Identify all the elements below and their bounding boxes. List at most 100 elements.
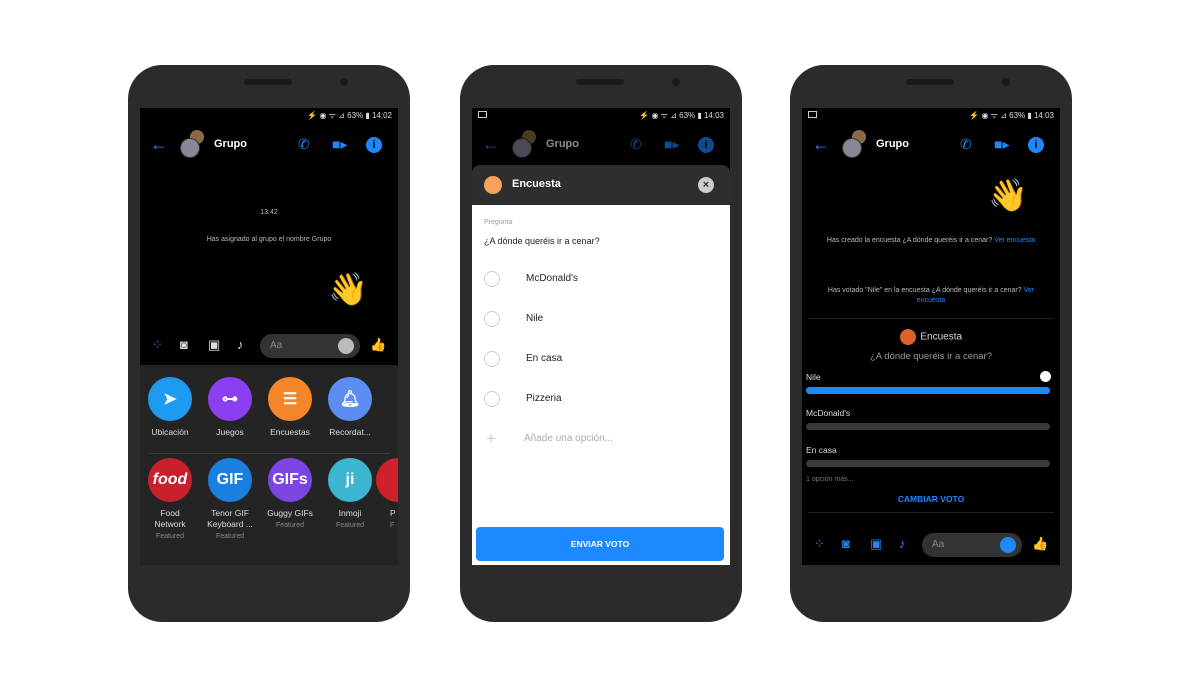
emoji-icon[interactable]	[1000, 537, 1016, 553]
back-arrow-icon[interactable]: ←	[482, 134, 500, 155]
video-call-icon: ■▸	[664, 136, 680, 152]
radio-button[interactable]	[484, 391, 500, 407]
system-message: Has votado "Nile" en la encuesta ¿A dónd…	[822, 286, 1040, 306]
divider	[148, 453, 390, 454]
divider	[808, 512, 1054, 513]
message-input[interactable]: Aa	[260, 334, 360, 358]
result-bar-fill	[806, 387, 1050, 394]
poll-results-screen: ⚡ ◉ ᯤ ⊿ 63% ▮ 14:03 ← Grupo ✆ ■▸ i 👋 Has…	[802, 108, 1060, 565]
chat-title: Grupo	[546, 138, 579, 150]
plus-icon: +	[486, 429, 496, 448]
video-call-icon[interactable]: ■▸	[332, 136, 347, 153]
result-bar	[806, 387, 1050, 394]
poll-question: ¿A dónde queréis ir a cenar?	[870, 351, 992, 362]
result-label[interactable]: McDonald's	[806, 408, 850, 418]
microphone-icon[interactable]: ♪	[237, 337, 244, 352]
camera	[340, 78, 348, 86]
action-location[interactable]: ➤ Ubicación	[140, 377, 200, 438]
chat-header: ← Grupo ✆ ■▸ i	[802, 128, 1060, 162]
chat-screen: ⚡ ◉ ᯤ ⊿ 63% ▮ 14:02 ← Grupo ✆ ■▸ i 13:42…	[140, 108, 398, 565]
radio-button[interactable]	[484, 351, 500, 367]
phone-call-icon[interactable]: ✆	[960, 136, 972, 153]
result-label[interactable]: En casa	[806, 445, 837, 455]
submit-vote-button[interactable]: ENVIAR VOTO	[476, 527, 724, 561]
phone-call-icon[interactable]: ✆	[298, 136, 310, 153]
apps-grid-icon[interactable]: ⁘	[814, 536, 825, 552]
add-option[interactable]: + Añade una opción...	[484, 429, 714, 449]
extensions-panel: ➤ Ubicación ⊶ Juegos ☰ Encuestas 🔔︎ Recordat…	[140, 365, 398, 565]
message-text: Has creado la encuesta ¿A dónde queréis …	[826, 237, 993, 244]
chat-title[interactable]: Grupo	[214, 138, 247, 150]
avatar	[512, 138, 532, 158]
app-name: Network	[154, 519, 186, 529]
radio-button[interactable]	[484, 311, 500, 327]
avatar[interactable]	[842, 138, 862, 158]
system-message: Has asignado al grupo el nombre Grupo	[206, 236, 332, 243]
back-arrow-icon[interactable]: ←	[812, 134, 830, 155]
app-guggy-gifs[interactable]: GIFs Guggy GIFs Featured	[260, 458, 320, 531]
emoji-icon[interactable]	[338, 338, 354, 354]
app-featured: Featured	[275, 522, 305, 529]
poll-option[interactable]: Nile	[484, 309, 714, 329]
poll-option[interactable]: En casa	[484, 349, 714, 369]
timestamp: 13:42	[260, 209, 278, 216]
action-label: Recordat...	[329, 427, 371, 437]
app-featured: Featured	[155, 533, 185, 540]
chat-title[interactable]: Grupo	[876, 138, 909, 150]
divider	[808, 318, 1054, 319]
option-label: Pizzeria	[526, 393, 562, 404]
more-options-link[interactable]: 1 opción más...	[806, 476, 853, 483]
like-thumb-icon[interactable]: 👍	[1032, 536, 1048, 552]
result-bar	[806, 423, 1050, 430]
system-message: Has creado la encuesta ¿A dónde queréis …	[822, 236, 1040, 246]
app-tenor-gif[interactable]: GIF Tenor GIF Keyboard ... Featured	[200, 458, 260, 542]
avatar[interactable]	[180, 138, 200, 158]
poll-form: Pregunta ¿A dónde queréis ir a cenar? Mc…	[472, 205, 730, 565]
gallery-icon[interactable]: ▣	[208, 337, 220, 353]
bell-icon: 🔔︎	[328, 377, 372, 421]
apps-grid-icon[interactable]: ⁘	[152, 337, 163, 353]
action-games[interactable]: ⊶ Juegos	[200, 377, 260, 438]
info-icon[interactable]: i	[366, 137, 382, 153]
microphone-icon[interactable]: ♪	[899, 536, 906, 551]
close-icon[interactable]: ×	[698, 177, 714, 193]
option-label: En casa	[526, 353, 563, 364]
question-input[interactable]: ¿A dónde queréis ir a cenar?	[484, 236, 600, 246]
phone-3: ⚡ ◉ ᯤ ⊿ 63% ▮ 14:03 ← Grupo ✆ ■▸ i 👋 Has…	[790, 65, 1072, 622]
camera-icon[interactable]: ◙	[180, 337, 188, 352]
status-bar: ⚡ ◉ ᯤ ⊿ 63% ▮ 14:03	[639, 111, 724, 120]
app-partial[interactable]: PF	[376, 458, 398, 531]
result-label[interactable]: Nile	[806, 372, 821, 382]
gallery-icon[interactable]: ▣	[870, 536, 882, 552]
like-thumb-icon[interactable]: 👍	[370, 337, 386, 353]
app-featured: Featured	[335, 522, 365, 529]
message-text: Has votado "Nile" en la encuesta ¿A dónd…	[827, 287, 1022, 294]
radio-button[interactable]	[484, 271, 500, 287]
inmoji-logo: ji	[328, 458, 372, 502]
poll-option[interactable]: McDonald's	[484, 269, 714, 289]
composer: ⁘ ◙ ▣ ♪ Aa 👍	[802, 532, 1060, 558]
back-arrow-icon[interactable]: ←	[150, 134, 168, 155]
camera-icon[interactable]: ◙	[842, 536, 850, 551]
option-label: McDonald's	[526, 273, 578, 284]
change-vote-button[interactable]: CAMBIAR VOTO	[802, 494, 1060, 504]
add-option-input[interactable]: Añade una opción...	[524, 433, 613, 444]
action-label: Encuestas	[270, 427, 310, 437]
app-name: Tenor GIF	[211, 508, 249, 518]
message-input[interactable]: Aa	[922, 533, 1022, 557]
poll-option[interactable]: Pizzeria	[484, 389, 714, 409]
app-featured: Featured	[215, 533, 245, 540]
action-polls[interactable]: ☰ Encuestas	[260, 377, 320, 438]
speaker	[576, 79, 624, 85]
app-food-network[interactable]: food Food Network Featured	[140, 458, 200, 542]
app-inmoji[interactable]: ji Inmoji Featured	[320, 458, 380, 531]
result-bar	[806, 460, 1050, 467]
info-icon[interactable]: i	[1028, 137, 1044, 153]
action-reminders[interactable]: 🔔︎ Recordat...	[320, 377, 380, 438]
video-call-icon[interactable]: ■▸	[994, 136, 1009, 153]
app-name: Guggy GIFs	[267, 508, 313, 518]
poll-heading: Encuesta	[802, 328, 1060, 346]
food-network-logo: food	[148, 458, 192, 502]
view-poll-link[interactable]: Ver encuesta	[994, 237, 1035, 244]
composer: ⁘ ◙ ▣ ♪ Aa 👍	[140, 333, 398, 359]
